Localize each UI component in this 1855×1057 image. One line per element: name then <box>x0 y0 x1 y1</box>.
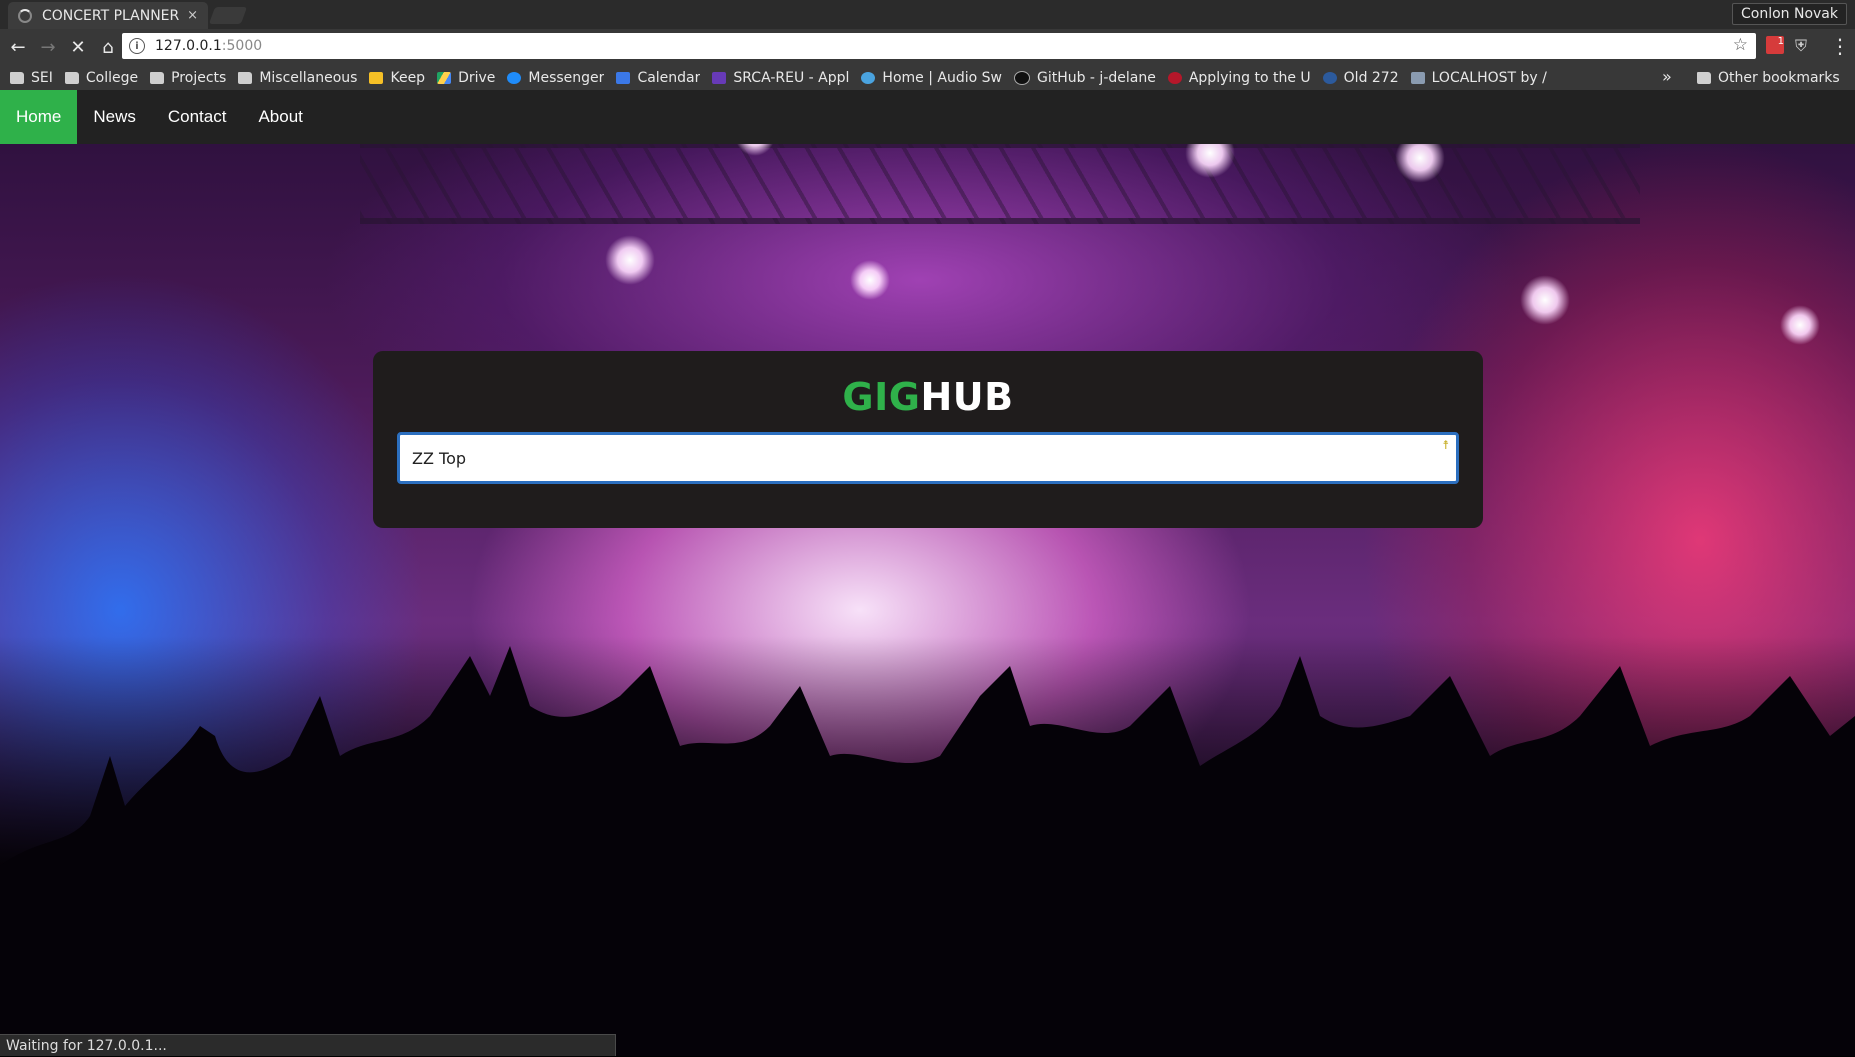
bookmark-miscellaneous[interactable]: Miscellaneous <box>238 70 357 86</box>
page-icon <box>1410 71 1425 84</box>
browser-tab[interactable]: CONCERT PLANNER × <box>8 2 208 29</box>
back-arrow-icon[interactable]: ← <box>3 32 33 62</box>
bookmarks-overflow-icon[interactable]: » <box>1662 67 1672 86</box>
calendar-icon <box>616 71 631 84</box>
site-info-icon[interactable]: i <box>129 38 145 54</box>
gmail-extension-icon[interactable]: 1 <box>1766 36 1784 54</box>
site-icon <box>1322 71 1337 84</box>
browser-status-bar: Waiting for 127.0.0.1... <box>0 1034 616 1056</box>
search-panel: GIGHUB ☨ <box>373 351 1483 528</box>
stage-light <box>850 260 890 300</box>
folder-icon <box>150 71 165 84</box>
url-host: 127.0.0.1 <box>155 38 222 54</box>
loading-spinner-icon <box>18 8 32 23</box>
stage-light <box>1780 305 1820 345</box>
url-port: :5000 <box>221 38 263 54</box>
bookmark-github[interactable]: GitHub - j-delane <box>1013 70 1156 86</box>
site-icon <box>1167 71 1182 84</box>
bookmark-star-icon[interactable]: ☆ <box>1733 35 1748 55</box>
browser-menu-icon[interactable]: ⋮ <box>1830 34 1850 58</box>
bookmark-messenger[interactable]: Messenger <box>507 70 604 86</box>
stage-light <box>1520 275 1570 325</box>
nav-contact[interactable]: Contact <box>152 90 243 144</box>
bookmark-applying[interactable]: Applying to the U <box>1167 70 1311 86</box>
github-icon <box>1013 70 1030 85</box>
bookmark-projects[interactable]: Projects <box>150 70 226 86</box>
site-navbar: Home News Contact About <box>0 90 1855 144</box>
extension-badge: 1 <box>1777 36 1784 47</box>
folder-icon <box>64 71 79 84</box>
bookmark-srca-reu[interactable]: SRCA-REU - Appl <box>712 70 849 86</box>
page-viewport: Home News Contact About GIGHUB ☨ <box>0 90 1855 1056</box>
stop-loading-icon[interactable]: ✕ <box>63 32 93 62</box>
crowd-silhouette <box>0 636 1855 1056</box>
bookmark-localhost[interactable]: LOCALHOST by / <box>1410 70 1547 86</box>
close-tab-icon[interactable]: × <box>187 8 198 23</box>
bookmark-calendar[interactable]: Calendar <box>616 70 700 86</box>
address-bar[interactable]: i 127.0.0.1:5000 ☆ <box>122 33 1756 59</box>
bookmark-sei[interactable]: SEI <box>10 70 53 86</box>
bookmark-audio[interactable]: Home | Audio Sw <box>861 70 1002 86</box>
tab-title: CONCERT PLANNER <box>42 7 180 24</box>
audio-icon <box>861 71 876 84</box>
bookmark-old-272[interactable]: Old 272 <box>1322 70 1399 86</box>
form-icon <box>712 71 727 84</box>
drive-icon <box>437 71 452 84</box>
bookmark-college[interactable]: College <box>64 70 138 86</box>
folder-icon <box>10 71 24 84</box>
crowd-silhouette-graphic <box>0 646 1855 1056</box>
forward-arrow-icon[interactable]: → <box>33 32 63 62</box>
nav-about[interactable]: About <box>242 90 318 144</box>
browser-tab-strip: CONCERT PLANNER × Conlon Novak <box>0 0 1855 29</box>
bookmark-drive[interactable]: Drive <box>437 70 495 86</box>
folder-icon <box>238 71 253 84</box>
stage-light <box>605 235 655 285</box>
browser-toolbar: ← → ✕ ⌂ i 127.0.0.1:5000 ☆ 1 ⛨ ⋮ <box>0 29 1855 65</box>
logo-hub: HUB <box>920 375 1014 419</box>
nav-home[interactable]: Home <box>0 90 78 144</box>
logo-gig: GIG <box>842 375 921 419</box>
artist-search-input[interactable] <box>397 432 1459 484</box>
new-tab-button[interactable] <box>208 7 248 24</box>
other-bookmarks[interactable]: Other bookmarks <box>1697 65 1840 90</box>
home-icon[interactable]: ⌂ <box>93 32 123 62</box>
folder-icon <box>1697 71 1711 84</box>
bookmark-keep[interactable]: Keep <box>369 70 425 86</box>
messenger-icon <box>507 71 522 84</box>
keep-icon <box>369 71 384 84</box>
stage-truss <box>360 142 1640 224</box>
site-logo: GIGHUB <box>373 375 1483 419</box>
nav-news[interactable]: News <box>77 90 152 144</box>
bookmarks-bar: SEI College Projects Miscellaneous Keep … <box>0 65 1855 90</box>
shield-extension-icon[interactable]: ⛨ <box>1795 36 1813 55</box>
password-manager-key-icon[interactable]: ☨ <box>1442 438 1449 452</box>
profile-button[interactable]: Conlon Novak <box>1731 3 1847 25</box>
